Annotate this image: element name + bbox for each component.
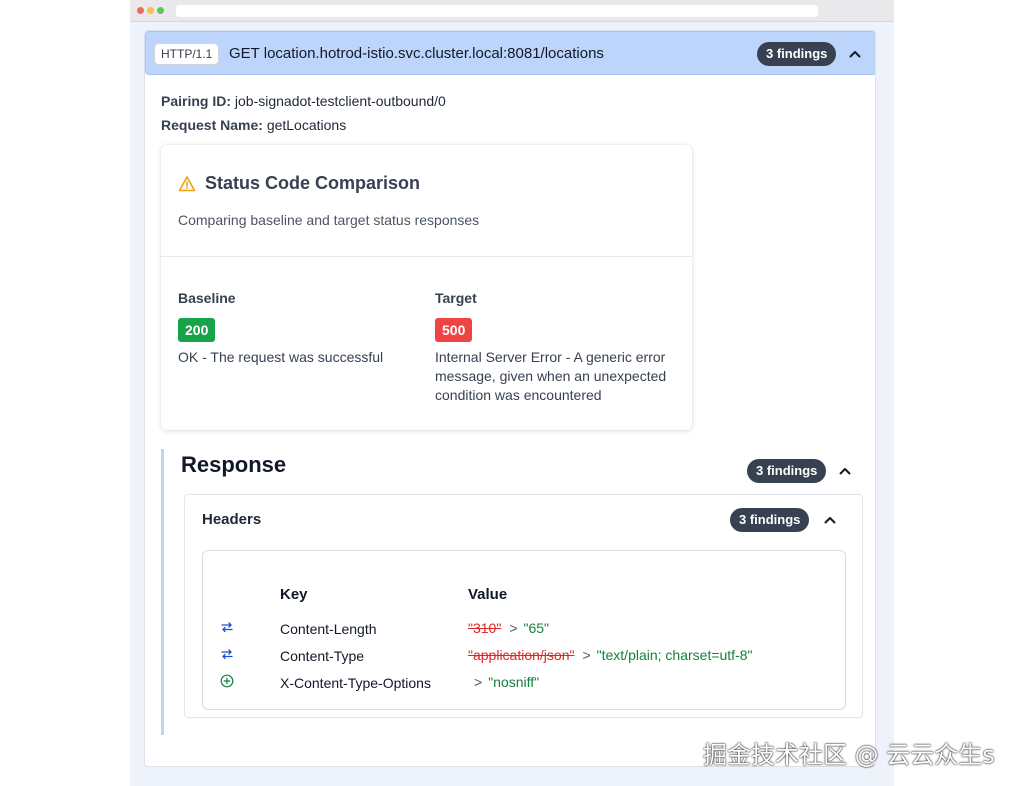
maximize-window-dot[interactable] (157, 7, 164, 14)
old-value: "310" (468, 620, 502, 636)
close-window-dot[interactable] (137, 7, 144, 14)
divider (161, 256, 692, 257)
browser-window: HTTP/1.1 GET location.hotrod-istio.svc.c… (130, 0, 894, 786)
header-value-diff: "application/json" > "text/plain; charset=… (468, 647, 753, 663)
request-name-label: Request Name: (161, 117, 263, 133)
target-description: Internal Server Error - A generic error … (435, 349, 667, 403)
status-card-subtitle: Comparing baseline and target status res… (178, 212, 480, 228)
watermark: 掘金技术社区 @ 云云众生s (703, 741, 995, 769)
baseline-label: Baseline (178, 290, 236, 306)
change-arrow: > (509, 620, 518, 636)
status-code-card: Status Code Comparison Comparing baselin… (161, 145, 692, 430)
minimize-window-dot[interactable] (147, 7, 154, 14)
request-name-row: Request Name: getLocations (161, 117, 346, 133)
target-status-badge: 500 (435, 318, 473, 342)
chevron-up-icon[interactable] (822, 512, 838, 528)
warning-icon (178, 176, 196, 192)
response-title: Response (181, 452, 287, 477)
chevron-up-icon[interactable] (837, 463, 853, 479)
old-value: "application/json" (468, 647, 575, 663)
header-key: Content-Type (280, 648, 365, 664)
protocol-badge: HTTP/1.1 (154, 43, 220, 65)
baseline-status-badge: 200 (178, 318, 216, 342)
status-card-title: Status Code Comparison (205, 173, 421, 193)
new-value: "65" (523, 620, 550, 636)
headers-section: Headers 3 findings Key Value Content-Len… (184, 494, 863, 718)
header-key: Content-Length (280, 621, 377, 637)
request-panel: HTTP/1.1 GET location.hotrod-istio.svc.c… (144, 30, 876, 767)
request-findings-badge: 3 findings (757, 42, 837, 66)
key-column-header: Key (280, 586, 308, 603)
change-arrow: > (582, 647, 591, 663)
request-name-value: getLocations (266, 117, 347, 133)
header-value-diff: "310" > "65" (468, 620, 549, 636)
value-column-header: Value (468, 586, 508, 603)
change-arrow: > (474, 674, 483, 690)
request-header[interactable]: HTTP/1.1 GET location.hotrod-istio.svc.c… (145, 31, 875, 75)
chevron-up-icon[interactable] (847, 46, 863, 62)
pairing-id-value: job-signadot-testclient-outbound/0 (234, 93, 446, 109)
headers-diff-table: Key Value Content-Length "310" > "65" Co… (202, 550, 846, 710)
response-findings-badge: 3 findings (747, 459, 827, 483)
headers-findings-badge: 3 findings (730, 508, 810, 532)
new-value: "nosniff" (488, 674, 540, 690)
new-value: "text/plain; charset=utf-8" (596, 647, 753, 663)
response-section: Response 3 findings Headers 3 findings K… (161, 449, 863, 735)
add-icon (220, 674, 234, 688)
header-value-diff: > "nosniff" (474, 674, 539, 690)
browser-toolbar (130, 0, 894, 22)
headers-title[interactable]: Headers (202, 511, 261, 528)
target-label: Target (435, 290, 477, 306)
pairing-id-row: Pairing ID: job-signadot-testclient-outb… (161, 93, 446, 109)
header-key: X-Content-Type-Options (280, 675, 431, 691)
address-bar[interactable] (176, 5, 818, 17)
request-title: GET location.hotrod-istio.svc.cluster.lo… (229, 45, 604, 62)
pairing-id-label: Pairing ID: (161, 93, 232, 109)
swap-icon (221, 622, 233, 633)
swap-icon (221, 649, 233, 660)
baseline-description: OK - The request was successful (178, 349, 384, 365)
